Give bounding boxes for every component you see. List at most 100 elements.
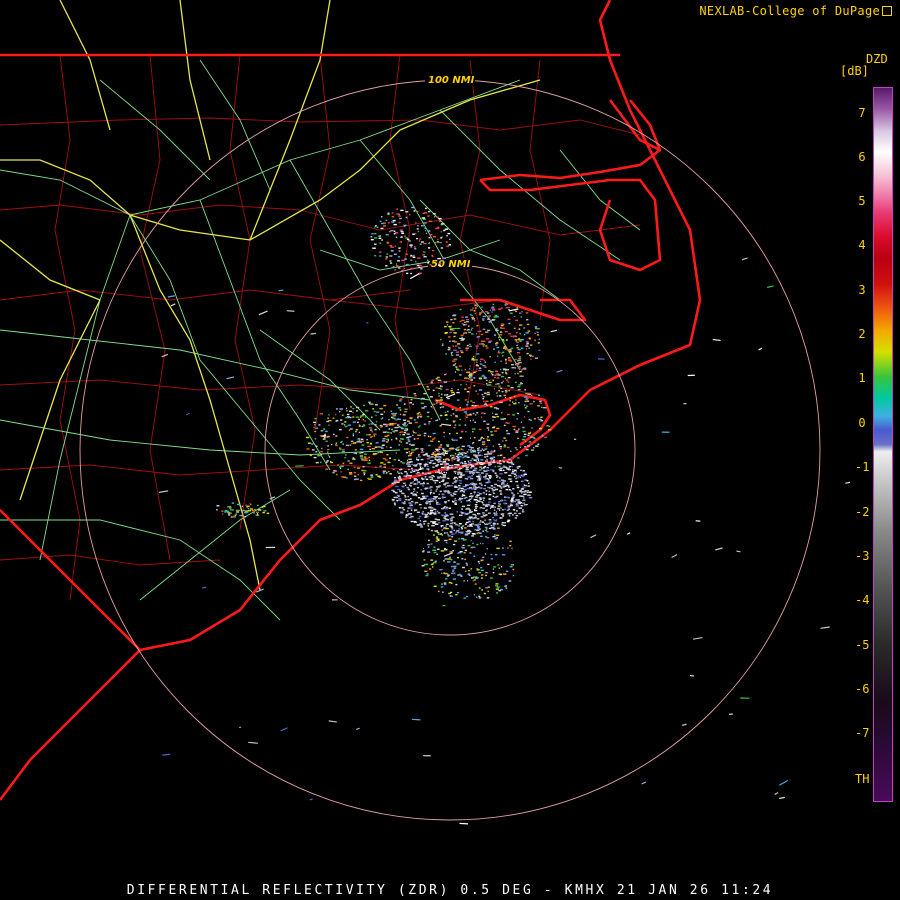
echo-pixel (468, 462, 472, 464)
echo-pixel (359, 441, 362, 443)
echo-pixel (466, 344, 469, 347)
echo-pixel (508, 489, 511, 491)
echo-pixel (342, 414, 344, 416)
echo-pixel (437, 226, 439, 228)
echo-pixel (249, 508, 253, 510)
echo-pixel (438, 448, 441, 450)
echo-pixel (478, 369, 482, 372)
echo-pixel (493, 460, 495, 462)
echo-pixel (409, 477, 411, 480)
echo-pixel (495, 373, 500, 375)
echo-pixel (516, 418, 518, 420)
echo-pixel (442, 496, 444, 499)
echo-pixel (427, 525, 429, 527)
echo-pixel (496, 427, 500, 430)
echo-pixel (409, 498, 412, 500)
echo-pixel (505, 584, 507, 587)
echo-pixel (519, 375, 524, 377)
echo-pixel (482, 556, 485, 558)
echo-pixel (415, 233, 417, 235)
echo-pixel (434, 457, 436, 459)
echo-pixel (467, 445, 471, 447)
echo-pixel (539, 427, 543, 430)
echo-pixel (415, 260, 417, 263)
echo-pixel (444, 452, 448, 455)
echo-pixel (473, 493, 476, 495)
echo-pixel (395, 438, 398, 440)
echo-pixel (626, 532, 631, 535)
echo-pixel (443, 454, 445, 456)
echo-pixel (456, 399, 460, 401)
echo-pixel (393, 223, 397, 226)
echo-pixel (399, 398, 403, 400)
echo-pixel (436, 459, 439, 462)
echo-pixel (485, 493, 488, 495)
echo-pixel (395, 485, 399, 488)
echo-pixel (450, 327, 461, 330)
echo-pixel (398, 507, 401, 509)
echo-pixel (470, 329, 472, 331)
echo-pixel (496, 511, 497, 513)
echo-pixel (435, 419, 438, 422)
echo-pixel (641, 781, 647, 785)
echo-pixel (399, 434, 401, 436)
echo-pixel (394, 482, 396, 484)
echo-pixel (486, 470, 488, 472)
echo-pixel (501, 479, 504, 481)
echo-pixel (503, 437, 506, 439)
echo-pixel (364, 457, 368, 460)
echo-pixel (488, 340, 493, 342)
echo-pixel (516, 331, 518, 334)
echo-pixel (476, 569, 480, 571)
echo-pixel (314, 430, 317, 433)
echo-pixel (295, 465, 304, 467)
echo-pixel (442, 406, 445, 408)
echo-pixel (423, 755, 431, 757)
echo-pixel (512, 463, 515, 465)
echo-pixel (389, 260, 392, 262)
echo-pixel (476, 596, 478, 598)
echo-pixel (443, 431, 445, 434)
echo-pixel (493, 507, 496, 509)
echo-pixel (671, 554, 678, 559)
echo-pixel (490, 371, 493, 373)
echo-pixel (359, 448, 364, 451)
echo-pixel (347, 424, 351, 426)
echo-pixel (435, 378, 438, 380)
echo-pixel (407, 499, 411, 501)
echo-pixel (428, 423, 430, 425)
echo-pixel (558, 467, 563, 469)
echo-pixel (519, 476, 521, 479)
echo-pixel (462, 494, 466, 497)
echo-pixel (444, 549, 448, 551)
echo-pixel (820, 626, 830, 629)
legend-tick: -5 (855, 638, 870, 652)
echo-pixel (426, 411, 430, 414)
echo-pixel (500, 327, 502, 329)
echo-pixel (418, 240, 421, 242)
echo-pixel (411, 501, 414, 503)
echo-pixel (473, 555, 476, 557)
echo-pixel (523, 493, 527, 496)
echo-pixel (170, 303, 176, 307)
echo-pixel (409, 417, 413, 420)
echo-pixel (410, 272, 413, 275)
echo-pixel (471, 497, 473, 499)
echo-pixel (524, 389, 526, 391)
echo-pixel (361, 438, 364, 440)
echo-pixel (479, 507, 483, 509)
echo-pixel (445, 463, 449, 465)
echo-pixel (523, 497, 525, 499)
echo-pixel (427, 516, 429, 518)
echo-pixel (456, 391, 460, 394)
echo-pixel (503, 480, 506, 482)
echo-pixel (507, 497, 510, 499)
echo-pixel (360, 457, 364, 459)
echo-pixel (502, 339, 505, 341)
echo-pixel (525, 393, 528, 395)
echo-pixel (512, 488, 515, 490)
echo-pixel (478, 500, 481, 503)
echo-pixel (440, 586, 444, 588)
echo-pixel (502, 466, 504, 468)
echo-pixel (406, 433, 410, 435)
